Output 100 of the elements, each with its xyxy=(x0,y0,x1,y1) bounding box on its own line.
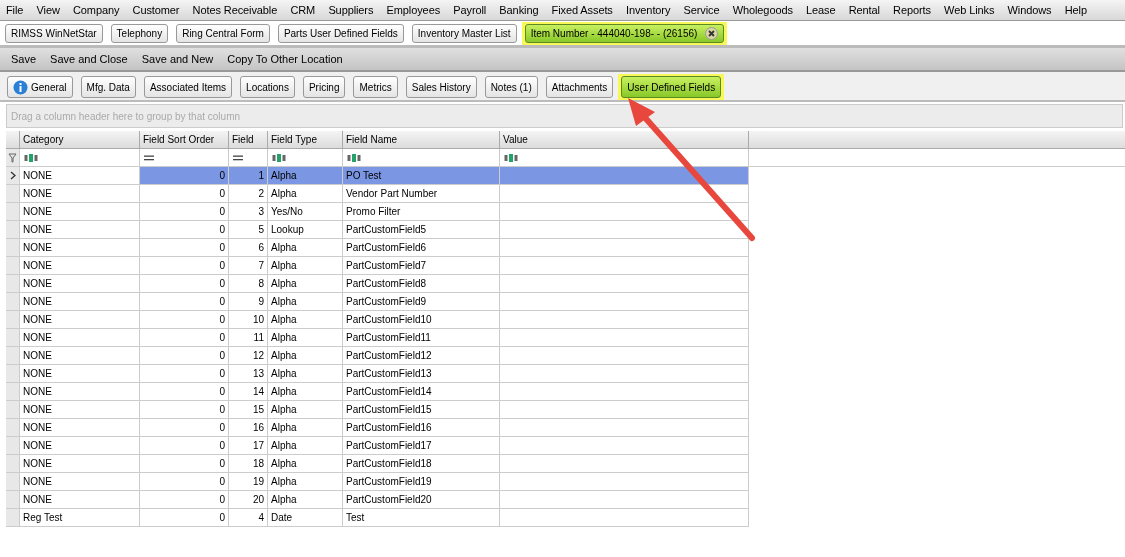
column-header[interactable]: Category xyxy=(20,131,140,149)
menu-item[interactable]: Lease xyxy=(799,4,843,16)
menu-item[interactable]: Payroll xyxy=(446,4,493,16)
grid-row[interactable]: NONE 0 17 Alpha PartCustomField17 xyxy=(6,437,749,455)
menu-item[interactable]: Web Links xyxy=(937,4,1001,16)
tab[interactable]: Metrics xyxy=(353,76,398,98)
menu-item[interactable]: Notes Receivable xyxy=(186,4,284,16)
table-cell: 9 xyxy=(229,293,268,311)
column-header[interactable]: Field Sort Order xyxy=(140,131,229,149)
menu-item[interactable]: Help xyxy=(1058,4,1094,16)
menu-item[interactable]: Reports xyxy=(886,4,938,16)
toolbar-button[interactable]: Save and New xyxy=(134,53,221,65)
menu-item[interactable]: Service xyxy=(676,4,727,16)
table-cell: NONE xyxy=(20,239,140,257)
row-indicator[interactable] xyxy=(6,167,20,185)
document-tab[interactable]: Telephony xyxy=(110,23,169,43)
grid-row[interactable]: NONE 0 15 Alpha PartCustomField15 xyxy=(6,401,749,419)
document-tab[interactable]: RIMSS WinNetStar xyxy=(5,23,103,43)
table-cell: PartCustomField9 xyxy=(343,293,500,311)
table-cell: PartCustomField5 xyxy=(343,221,500,239)
table-cell: NONE xyxy=(20,437,140,455)
grid-row[interactable]: NONE 0 14 Alpha PartCustomField14 xyxy=(6,383,749,401)
filter-icon[interactable] xyxy=(8,152,17,163)
toolbar-button[interactable]: Copy To Other Location xyxy=(220,53,350,65)
table-cell: NONE xyxy=(20,401,140,419)
menu-item[interactable]: Suppliers xyxy=(321,4,380,16)
table-cell: 0 xyxy=(140,455,229,473)
grid-row[interactable]: NONE 0 3 Yes/No Promo Filter xyxy=(6,203,749,221)
table-cell: Lookup xyxy=(268,221,343,239)
menu-item[interactable]: Wholegoods xyxy=(726,4,800,16)
tab[interactable]: Notes (1) xyxy=(484,76,538,98)
menu-item[interactable]: CRM xyxy=(283,4,322,16)
tab[interactable]: Sales History xyxy=(405,76,477,98)
column-header[interactable]: Field Type xyxy=(268,131,343,149)
menu-item[interactable]: Rental xyxy=(842,4,887,16)
menu-item[interactable]: Banking xyxy=(492,4,545,16)
text-filter-icon[interactable] xyxy=(504,153,518,162)
grid-row[interactable]: NONE 0 20 Alpha PartCustomField20 xyxy=(6,491,749,509)
menu-item[interactable]: Employees xyxy=(379,4,447,16)
menu-item[interactable]: File xyxy=(6,4,30,16)
grid-row[interactable]: NONE 0 1 Alpha PO Test xyxy=(6,167,749,185)
column-header[interactable]: Field xyxy=(229,131,268,149)
table-cell: PartCustomField16 xyxy=(343,419,500,437)
toolbar-button[interactable]: Save xyxy=(4,53,44,65)
table-cell: Reg Test xyxy=(20,509,140,527)
column-header[interactable]: Value xyxy=(500,131,749,149)
grid-row[interactable]: NONE 0 19 Alpha PartCustomField19 xyxy=(6,473,749,491)
menu-item[interactable]: Fixed Assets xyxy=(545,4,620,16)
menu-item[interactable]: View xyxy=(29,4,67,16)
grid-row[interactable]: NONE 0 10 Alpha PartCustomField10 xyxy=(6,311,749,329)
menu-item[interactable]: Inventory xyxy=(619,4,677,16)
grid-row[interactable]: NONE 0 12 Alpha PartCustomField12 xyxy=(6,347,749,365)
text-filter-icon[interactable] xyxy=(272,153,286,162)
tab[interactable]: Mfg. Data xyxy=(80,76,136,98)
document-tab[interactable]: Item Number - 444040-198- - (26156) xyxy=(524,23,725,43)
table-cell: NONE xyxy=(20,473,140,491)
grid-row[interactable]: NONE 0 18 Alpha PartCustomField18 xyxy=(6,455,749,473)
menu-item[interactable]: Customer xyxy=(125,4,186,16)
table-cell: Alpha xyxy=(268,257,343,275)
table-cell: Alpha xyxy=(268,239,343,257)
table-cell: 1 xyxy=(229,167,268,185)
grid-row[interactable]: Reg Test 0 4 Date Test xyxy=(6,509,749,527)
equals-filter-icon[interactable] xyxy=(144,154,154,161)
grid-row[interactable]: NONE 0 11 Alpha PartCustomField11 xyxy=(6,329,749,347)
column-header[interactable]: Field Name xyxy=(343,131,500,149)
menu-item[interactable]: Windows xyxy=(1000,4,1059,16)
menu-item[interactable]: Company xyxy=(66,4,126,16)
document-tab[interactable]: Ring Central Form xyxy=(176,23,270,43)
text-filter-icon[interactable] xyxy=(347,153,361,162)
grid-row[interactable]: NONE 0 7 Alpha PartCustomField7 xyxy=(6,257,749,275)
table-cell: 0 xyxy=(140,167,229,185)
table-cell: NONE xyxy=(20,365,140,383)
toolbar-button[interactable]: Save and Close xyxy=(43,53,135,65)
table-cell: NONE xyxy=(20,491,140,509)
grid-row[interactable]: NONE 0 5 Lookup PartCustomField5 xyxy=(6,221,749,239)
grid-row[interactable]: NONE 0 16 Alpha PartCustomField16 xyxy=(6,419,749,437)
table-cell: Alpha xyxy=(268,473,343,491)
tab[interactable]: Locations xyxy=(240,76,295,98)
table-cell: 0 xyxy=(140,509,229,527)
tab[interactable]: Attachments xyxy=(545,76,614,98)
tab[interactable]: General xyxy=(7,76,73,98)
text-filter-icon[interactable] xyxy=(24,153,38,162)
table-cell: NONE xyxy=(20,275,140,293)
table-cell: 4 xyxy=(229,509,268,527)
grid-row[interactable]: NONE 0 6 Alpha PartCustomField6 xyxy=(6,239,749,257)
tab[interactable]: Pricing xyxy=(302,76,346,98)
filter-cell[interactable] xyxy=(20,149,140,167)
table-cell: 7 xyxy=(229,257,268,275)
close-icon[interactable] xyxy=(705,26,719,40)
document-tab[interactable]: Parts User Defined Fields xyxy=(277,23,404,43)
table-cell: NONE xyxy=(20,455,140,473)
grid-row[interactable]: NONE 0 8 Alpha PartCustomField8 xyxy=(6,275,749,293)
table-cell: PartCustomField17 xyxy=(343,437,500,455)
tab[interactable]: Associated Items xyxy=(143,76,233,98)
grid-row[interactable]: NONE 0 9 Alpha PartCustomField9 xyxy=(6,293,749,311)
grid-row[interactable]: NONE 0 13 Alpha PartCustomField13 xyxy=(6,365,749,383)
tab[interactable]: User Defined Fields xyxy=(621,76,722,98)
document-tab[interactable]: Inventory Master List xyxy=(411,23,517,43)
equals-filter-icon[interactable] xyxy=(233,154,243,161)
grid-row[interactable]: NONE 0 2 Alpha Vendor Part Number xyxy=(6,185,749,203)
